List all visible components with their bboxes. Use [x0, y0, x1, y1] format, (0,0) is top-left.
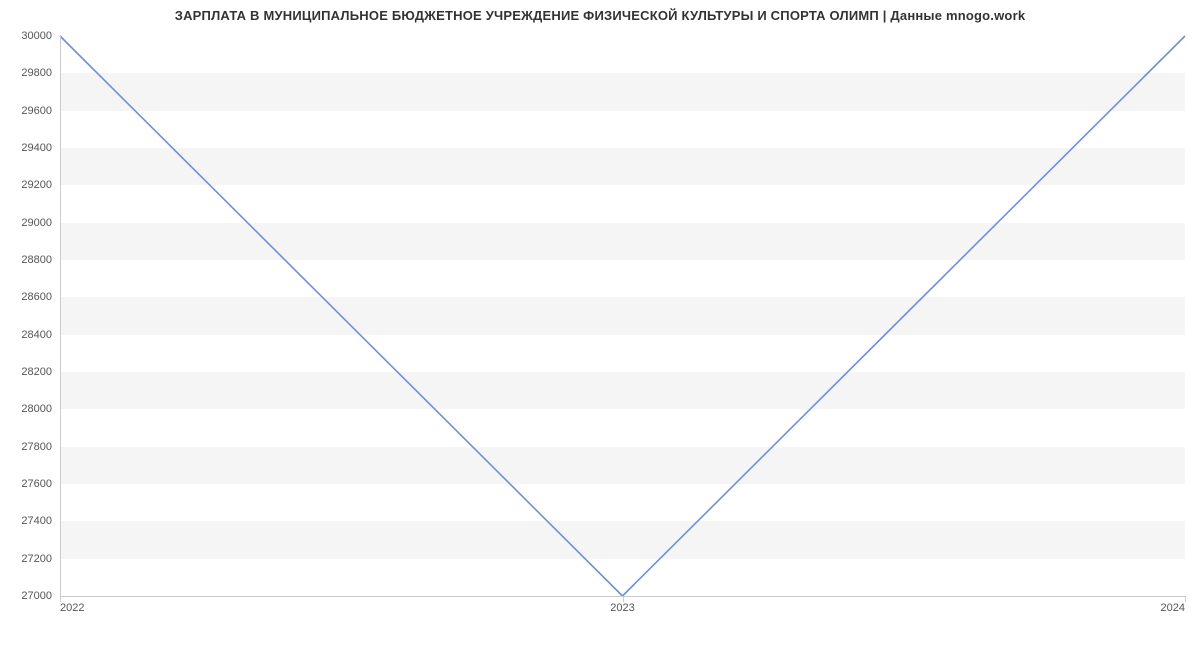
salary-line-chart: ЗАРПЛАТА В МУНИЦИПАЛЬНОЕ БЮДЖЕТНОЕ УЧРЕЖ… — [0, 0, 1200, 650]
y-tick-label: 28600 — [21, 291, 52, 303]
y-tick-label: 27800 — [21, 441, 52, 453]
x-tick-label: 2022 — [60, 602, 84, 614]
y-tick-label: 29600 — [21, 105, 52, 117]
y-tick-label: 27600 — [21, 478, 52, 490]
y-tick-label: 29200 — [21, 179, 52, 191]
y-tick-label: 27400 — [21, 515, 52, 527]
x-axis-line — [60, 596, 1185, 597]
x-tick-label: 2023 — [610, 602, 634, 614]
x-tick-mark — [1185, 596, 1186, 602]
x-tick-label: 2024 — [1161, 602, 1185, 614]
y-tick-label: 27000 — [21, 590, 52, 602]
y-tick-label: 28400 — [21, 329, 52, 341]
plot-area: 2700027200274002760027800280002820028400… — [60, 36, 1185, 596]
y-tick-label: 28200 — [21, 366, 52, 378]
y-tick-label: 28000 — [21, 403, 52, 415]
y-tick-label: 28800 — [21, 254, 52, 266]
y-tick-label: 30000 — [21, 30, 52, 42]
chart-title: ЗАРПЛАТА В МУНИЦИПАЛЬНОЕ БЮДЖЕТНОЕ УЧРЕЖ… — [0, 8, 1200, 23]
y-tick-label: 29400 — [21, 142, 52, 154]
y-axis-line — [60, 36, 61, 596]
series-line — [60, 36, 1185, 596]
line-series — [60, 36, 1185, 596]
y-tick-label: 29800 — [21, 67, 52, 79]
y-tick-label: 29000 — [21, 217, 52, 229]
y-tick-label: 27200 — [21, 553, 52, 565]
